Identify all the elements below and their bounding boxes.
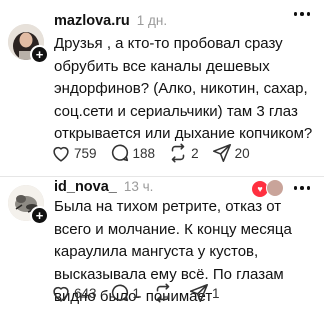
heart-outline-icon <box>53 286 69 302</box>
follow-plus-icon[interactable]: + <box>30 206 49 225</box>
post-time: 1 дн. <box>136 13 168 28</box>
repost-icon <box>156 283 170 303</box>
share-icon <box>190 283 209 303</box>
follow-plus-icon[interactable]: + <box>30 45 49 64</box>
post-time: 13 ч. <box>123 179 154 194</box>
post-header: mazlova.ru 1 дн. <box>54 13 167 31</box>
share-count: 20 <box>234 145 250 161</box>
reply-button[interactable]: 1 <box>109 282 141 304</box>
repost-button[interactable]: 2 <box>167 142 199 164</box>
like-button[interactable]: 759 <box>50 142 97 164</box>
avatar-container[interactable]: + <box>8 24 49 64</box>
reply-button[interactable]: 188 <box>109 142 156 164</box>
username[interactable]: id_nova_ <box>54 179 117 195</box>
repost-button[interactable] <box>152 282 176 304</box>
thread-post-1: + mazlova.ru 1 дн. Друзья , а кто-то про… <box>0 0 324 176</box>
username[interactable]: mazlova.ru <box>54 13 130 29</box>
reply-count: 188 <box>132 145 156 161</box>
post-actions: 643 1 1 <box>50 282 232 304</box>
more-icon[interactable] <box>290 5 314 23</box>
post-header: id_nova_ 13 ч. <box>54 179 153 197</box>
comment-icon <box>111 144 128 162</box>
like-count: 759 <box>74 145 97 161</box>
reply-count: 1 <box>132 285 141 301</box>
avatar-container[interactable]: + <box>8 185 49 225</box>
share-count: 1 <box>212 285 220 301</box>
like-button[interactable]: 643 <box>50 282 97 304</box>
liked-by-author-indicator: ♥ <box>252 179 286 197</box>
comment-icon <box>111 284 128 302</box>
repost-icon <box>171 143 185 163</box>
like-count: 643 <box>74 285 97 301</box>
thread-post-2: + id_nova_ 13 ч. ♥ Была на тихом ретрите… <box>0 176 324 316</box>
more-icon[interactable] <box>290 179 314 197</box>
share-button[interactable]: 20 <box>211 142 250 164</box>
author-mini-avatar <box>266 179 284 197</box>
post-text: Друзья , а кто-то пробовал сразу обрубит… <box>54 35 313 142</box>
share-button[interactable]: 1 <box>188 282 220 304</box>
share-icon <box>212 143 231 163</box>
heart-outline-icon <box>53 146 69 162</box>
post-actions: 759 188 2 20 <box>50 142 262 164</box>
repost-count: 2 <box>191 145 199 161</box>
